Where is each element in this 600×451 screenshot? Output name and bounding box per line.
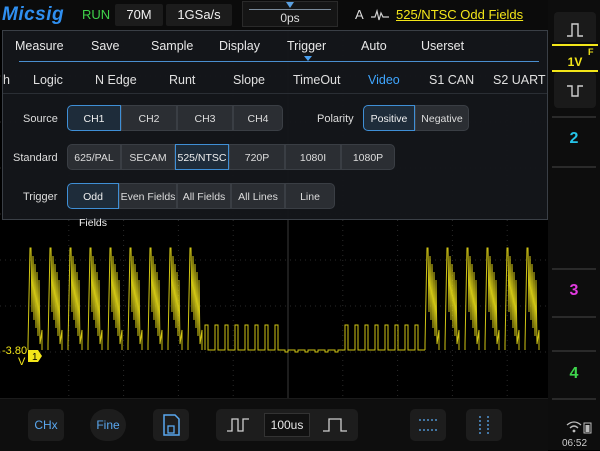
standard-group: 625/PAL SECAM 525/NTSC 720P 1080I 1080P (67, 144, 395, 170)
video-trigger-icon (371, 8, 389, 21)
vertical-cursor-icon (479, 416, 489, 434)
tab-underline (19, 61, 539, 62)
standard-625pal-button[interactable]: 625/PAL (67, 144, 121, 170)
ch1-offset-unit: V (18, 356, 26, 368)
trigger-summary[interactable]: 525/NTSC Odd Fields (396, 0, 523, 30)
trigger-position-value: 0ps (280, 11, 300, 25)
active-tab-indicator-icon (304, 56, 312, 61)
tab-trigger[interactable]: Trigger (287, 39, 326, 53)
ch1-scale-button[interactable]: F 1V (550, 42, 600, 72)
source-ch2-button[interactable]: CH2 (121, 105, 177, 131)
ch1-level-marker-icon[interactable]: 1 (28, 350, 42, 362)
standard-720p-button[interactable]: 720P (229, 144, 285, 170)
trigger-even-fields-button[interactable]: Even Fields (119, 183, 177, 209)
ch1-top-line (552, 44, 598, 46)
subtab-runt[interactable]: Runt (169, 73, 195, 87)
trigger-all-lines-button[interactable]: All Lines (231, 183, 285, 209)
trigger-position[interactable]: 0ps (242, 1, 338, 27)
horizontal-cursor-icon (419, 419, 437, 431)
memory-depth[interactable]: 70M (115, 4, 163, 26)
sidebar-divider (552, 268, 596, 270)
tab-userset[interactable]: Userset (421, 39, 464, 53)
trigger-line-button[interactable]: Line (285, 183, 335, 209)
standard-label: Standard (13, 152, 58, 164)
save-icon (163, 414, 180, 436)
source-ch4-button[interactable]: CH4 (233, 105, 283, 131)
tab-auto[interactable]: Auto (361, 39, 387, 53)
trigger-odd-fields-button[interactable]: Odd Fields (67, 183, 119, 229)
source-ch1-button[interactable]: CH1 (67, 105, 121, 131)
settings-menu: Measure Save Sample Display Trigger Auto… (2, 30, 548, 229)
polarity-negative-button[interactable]: Negative (415, 105, 469, 131)
standard-1080p-button[interactable]: 1080P (341, 144, 395, 170)
tab-measure[interactable]: Measure (15, 39, 64, 53)
trigger-channel: A (355, 7, 364, 22)
subtab-slope[interactable]: Slope (233, 73, 265, 87)
horizontal-cursor-button[interactable] (410, 409, 446, 441)
channel-4-button[interactable]: 4 (548, 365, 600, 383)
subtab-n-edge[interactable]: N Edge (95, 73, 137, 87)
source-group: CH1 CH2 CH3 CH4 (67, 105, 283, 131)
source-ch3-button[interactable]: CH3 (177, 105, 233, 131)
sample-rate[interactable]: 1GSa/s (166, 4, 232, 26)
ch1-offset-label: -3.80 V (2, 346, 27, 368)
ch1-scale: 1V (567, 55, 583, 69)
source-label: Source (23, 113, 58, 125)
timeline-bar (249, 9, 331, 10)
polarity-positive-button[interactable]: Positive (363, 105, 415, 131)
status-clock: 06:52 (562, 438, 588, 449)
subtab-s1-can[interactable]: S1 CAN (429, 73, 474, 87)
subtab-partial[interactable]: h (3, 73, 10, 87)
chx-button[interactable]: CHx (28, 409, 64, 441)
timebase-value: 100us (264, 413, 310, 437)
timebase-decrease-icon[interactable] (224, 415, 254, 435)
ch1-waveform-button[interactable] (554, 72, 596, 108)
polarity-group: Positive Negative (363, 105, 469, 131)
standard-1080i-button[interactable]: 1080I (285, 144, 341, 170)
subtab-s2-uart[interactable]: S2 UART (493, 73, 546, 87)
bottom-toolbar: CHx Fine 100us (0, 398, 548, 451)
fine-button[interactable]: Fine (90, 409, 126, 441)
sidebar-divider (552, 116, 596, 118)
run-status[interactable]: RUN (82, 0, 110, 30)
tab-sample[interactable]: Sample (151, 39, 193, 53)
sidebar-divider (552, 350, 596, 352)
sidebar-divider (552, 316, 596, 318)
subtab-video[interactable]: Video (368, 73, 400, 87)
trigger-mode-group: Odd Fields Even Fields All Fields All Li… (67, 183, 335, 229)
timebase-increase-icon[interactable] (320, 415, 350, 435)
subtab-timeout[interactable]: TimeOut (293, 73, 340, 87)
trigger-position-marker-icon (286, 2, 294, 8)
trigger-mode-label: Trigger (23, 191, 58, 203)
top-status-bar: Micsig RUN 70M 1GSa/s 0ps A 525/NTSC Odd… (0, 0, 548, 30)
vertical-cursor-button[interactable] (466, 409, 502, 441)
sidebar-divider (552, 398, 596, 400)
save-button[interactable] (153, 409, 189, 441)
pulse-icon (567, 85, 583, 97)
polarity-label: Polarity (317, 113, 354, 125)
standard-525ntsc-button[interactable]: 525/NTSC (175, 144, 229, 170)
timebase-control[interactable]: 100us (216, 409, 358, 441)
channel-sidebar: F 1V 2 3 4 (548, 0, 600, 450)
brand-logo: Micsig (2, 4, 65, 25)
channel-3-button[interactable]: 3 (548, 282, 600, 300)
tab-save[interactable]: Save (91, 39, 120, 53)
sidebar-divider (552, 166, 596, 168)
channel-2-button[interactable]: 2 (548, 130, 600, 148)
trigger-all-fields-button[interactable]: All Fields (177, 183, 231, 209)
wifi-icon (566, 420, 592, 437)
ch1-marker-number: 1 (32, 352, 38, 362)
menu-divider (3, 93, 547, 94)
standard-secam-button[interactable]: SECAM (121, 144, 175, 170)
subtab-logic[interactable]: Logic (33, 73, 63, 87)
tab-display[interactable]: Display (219, 39, 260, 53)
menu-tabs: Measure Save Sample Display Trigger Auto… (3, 31, 547, 63)
